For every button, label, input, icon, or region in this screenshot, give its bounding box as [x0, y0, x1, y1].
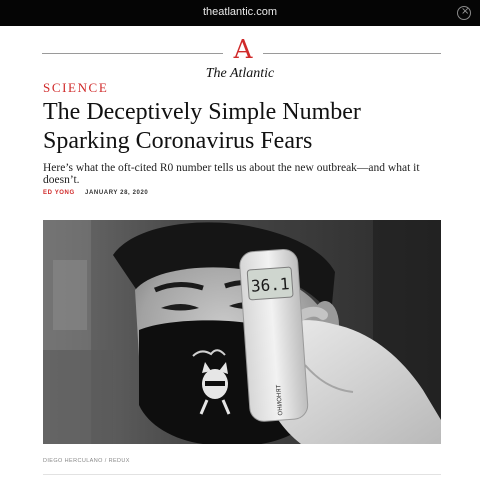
thermometer-reading: 36.1 [250, 274, 290, 296]
url-text[interactable]: theatlantic.com [0, 6, 480, 18]
browser-address-bar[interactable]: theatlantic.com × [0, 0, 480, 26]
publish-date: JANUARY 28, 2020 [85, 190, 149, 196]
byline: ED YONG JANUARY 28, 2020 [43, 190, 148, 196]
author-link[interactable]: ED YONG [43, 190, 75, 196]
close-tab-icon[interactable]: × [457, 6, 471, 20]
divider [43, 474, 441, 475]
hero-photo: 36.1 ОНИОНЯТ [43, 220, 441, 444]
atlantic-logo-icon[interactable]: A [226, 36, 260, 64]
masthead-rule-right [263, 53, 441, 54]
article-headline: The Deceptively Simple Number Sparking C… [43, 99, 361, 154]
masthead-rule-left [42, 53, 223, 54]
article-dek: Here’s what the oft-cited R0 number tell… [43, 162, 420, 186]
section-label[interactable]: SCIENCE [43, 80, 108, 96]
photo-credit: DIEGO HERCULANO / REDUX [43, 458, 130, 464]
hero-photo-illustration: 36.1 ОНИОНЯТ [43, 220, 441, 444]
